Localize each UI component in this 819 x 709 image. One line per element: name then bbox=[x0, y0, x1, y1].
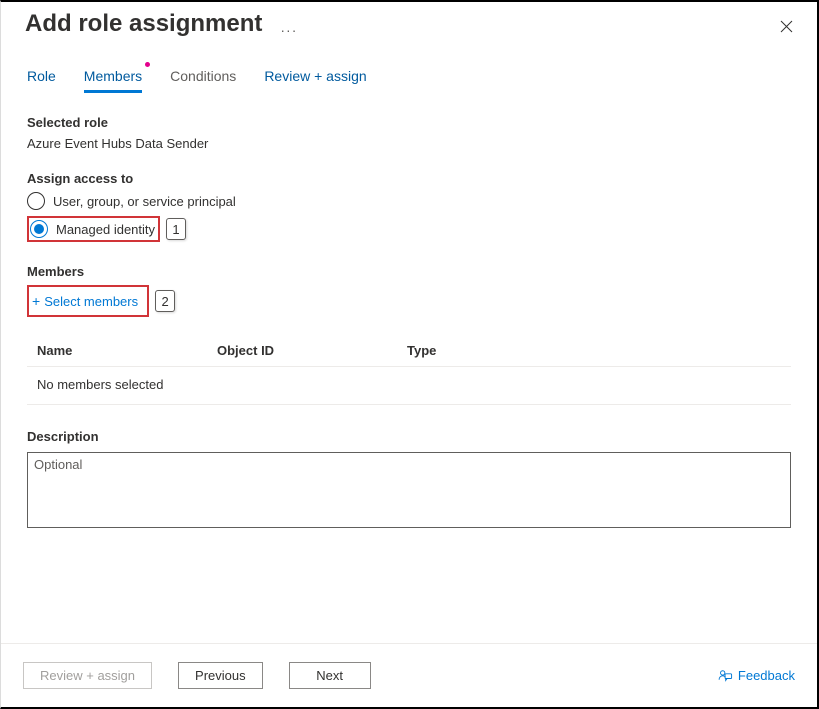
previous-button[interactable]: Previous bbox=[178, 662, 263, 689]
next-button[interactable]: Next bbox=[289, 662, 371, 689]
description-input[interactable] bbox=[27, 452, 791, 528]
radio-user-group-principal[interactable]: User, group, or service principal bbox=[27, 192, 791, 210]
description-label: Description bbox=[27, 429, 791, 444]
tab-role[interactable]: Role bbox=[27, 68, 56, 93]
selected-role-label: Selected role bbox=[27, 115, 791, 130]
assign-access-label: Assign access to bbox=[27, 171, 791, 186]
radio-icon[interactable] bbox=[27, 192, 45, 210]
callout-highlight: + Select members bbox=[27, 285, 149, 317]
tab-bar: Role Members Conditions Review + assign bbox=[1, 40, 817, 93]
select-members-button[interactable]: + Select members bbox=[30, 289, 144, 313]
footer-bar: Review + assign Previous Next Feedback bbox=[1, 643, 817, 707]
callout-highlight: Managed identity bbox=[27, 216, 160, 242]
plus-icon: + bbox=[32, 293, 40, 309]
tab-conditions[interactable]: Conditions bbox=[170, 68, 236, 93]
table-header-row: Name Object ID Type bbox=[27, 343, 791, 367]
dirty-indicator-icon bbox=[145, 62, 150, 67]
tab-members[interactable]: Members bbox=[84, 68, 142, 93]
close-icon[interactable] bbox=[776, 16, 797, 40]
page-title: Add role assignment bbox=[25, 10, 262, 38]
callout-number: 2 bbox=[155, 290, 175, 312]
radio-icon[interactable] bbox=[30, 220, 48, 238]
col-header-type[interactable]: Type bbox=[407, 343, 781, 358]
table-empty-row: No members selected bbox=[27, 367, 791, 405]
radio-dot-icon bbox=[34, 224, 44, 234]
col-header-name[interactable]: Name bbox=[37, 343, 217, 358]
feedback-label: Feedback bbox=[738, 668, 795, 683]
col-header-object-id[interactable]: Object ID bbox=[217, 343, 407, 358]
more-icon[interactable]: ··· bbox=[280, 22, 297, 38]
tab-members-label: Members bbox=[84, 68, 142, 84]
feedback-link[interactable]: Feedback bbox=[718, 668, 795, 683]
radio-managed-identity[interactable]: Managed identity bbox=[30, 220, 155, 238]
callout-number: 1 bbox=[166, 218, 186, 240]
members-label: Members bbox=[27, 264, 791, 279]
tab-review[interactable]: Review + assign bbox=[264, 68, 366, 93]
radio-label: Managed identity bbox=[56, 222, 155, 237]
selected-role-value: Azure Event Hubs Data Sender bbox=[27, 136, 791, 151]
select-members-label: Select members bbox=[44, 294, 138, 309]
feedback-icon bbox=[718, 668, 733, 683]
members-table: Name Object ID Type No members selected bbox=[27, 343, 791, 405]
radio-label: User, group, or service principal bbox=[53, 194, 236, 209]
review-assign-button: Review + assign bbox=[23, 662, 152, 689]
